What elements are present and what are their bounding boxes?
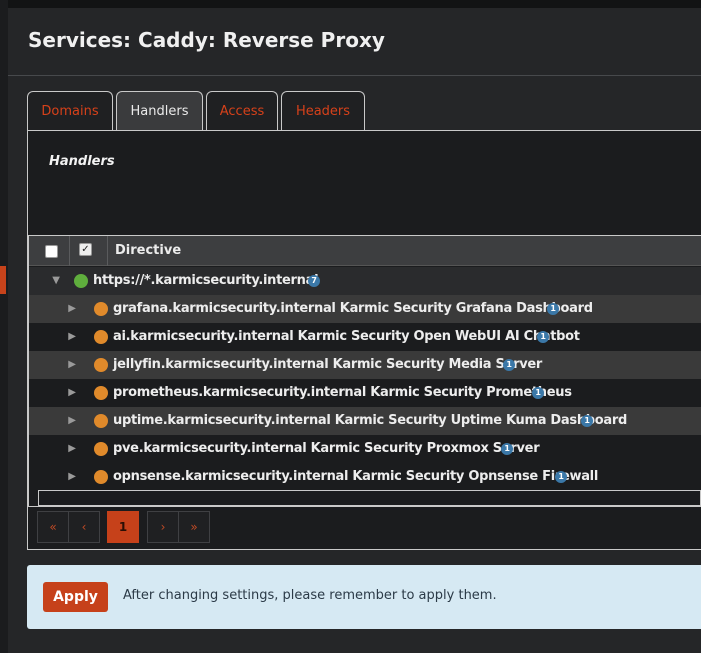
next-page-button[interactable]: › — [147, 511, 179, 543]
row-label: ai.karmicsecurity.internal Karmic Securi… — [113, 329, 580, 344]
tree-row-root[interactable]: ▼ https://*.karmicsecurity.internal 7 — [29, 267, 701, 295]
globe-orange-icon — [94, 470, 108, 484]
collapse-toggle-icon[interactable]: ▶ — [66, 351, 78, 379]
page-title: Services: Caddy: Reverse Proxy — [28, 28, 385, 52]
row-label: prometheus.karmicsecurity.internal Karmi… — [113, 385, 572, 400]
tab-domains[interactable]: Domains — [27, 91, 113, 131]
panel-title: Handlers — [49, 154, 115, 169]
tree-row[interactable]: ▶ prometheus.karmicsecurity.internal Kar… — [29, 379, 701, 407]
header-separator — [69, 236, 70, 266]
row-label: https://*.karmicsecurity.internal — [93, 273, 319, 288]
handlers-panel: Handlers ✓ Directive ▼ https://*.karmics… — [27, 130, 701, 550]
collapse-toggle-icon[interactable]: ▶ — [66, 435, 78, 463]
row-label: grafana.karmicsecurity.internal Karmic S… — [113, 301, 593, 316]
sidebar-active-marker — [0, 266, 6, 294]
select-all-checkbox[interactable] — [45, 245, 58, 258]
count-badge: 7 — [308, 275, 320, 287]
collapse-toggle-icon[interactable]: ▶ — [66, 463, 78, 491]
table-footer-row — [38, 490, 701, 506]
count-badge: 1 — [503, 359, 515, 371]
globe-orange-icon — [94, 414, 108, 428]
row-label: opnsense.karmicsecurity.internal Karmic … — [113, 469, 598, 484]
top-bar — [8, 0, 701, 8]
tree-row[interactable]: ▶ ai.karmicsecurity.internal Karmic Secu… — [29, 323, 701, 351]
page-header: Services: Caddy: Reverse Proxy — [8, 8, 701, 76]
globe-green-icon — [74, 274, 88, 288]
collapse-toggle-icon[interactable]: ▶ — [66, 323, 78, 351]
apply-button[interactable]: Apply — [43, 582, 108, 612]
apply-alert: Apply After changing settings, please re… — [27, 565, 701, 629]
globe-orange-icon — [94, 386, 108, 400]
tab-access[interactable]: Access — [206, 91, 278, 131]
last-page-button[interactable]: » — [178, 511, 210, 543]
page-1-button[interactable]: 1 — [107, 511, 139, 543]
count-badge: 1 — [555, 471, 567, 483]
globe-orange-icon — [94, 330, 108, 344]
left-sidebar-strip — [0, 0, 8, 653]
count-badge: 1 — [532, 387, 544, 399]
collapse-toggle-icon[interactable]: ▶ — [66, 295, 78, 323]
tab-headers[interactable]: Headers — [281, 91, 365, 131]
tree-row[interactable]: ▶ opnsense.karmicsecurity.internal Karmi… — [29, 463, 701, 491]
count-badge: 1 — [547, 303, 559, 315]
alert-message: After changing settings, please remember… — [123, 588, 497, 603]
globe-orange-icon — [94, 442, 108, 456]
prev-page-button[interactable]: ‹ — [68, 511, 100, 543]
table-header: ✓ Directive — [29, 236, 701, 266]
tree-row[interactable]: ▶ pve.karmicsecurity.internal Karmic Sec… — [29, 435, 701, 463]
globe-orange-icon — [94, 358, 108, 372]
collapse-toggle-icon[interactable]: ▶ — [66, 407, 78, 435]
collapse-toggle-icon[interactable]: ▶ — [66, 379, 78, 407]
tab-handlers[interactable]: Handlers — [116, 91, 203, 131]
tree-row[interactable]: ▶ grafana.karmicsecurity.internal Karmic… — [29, 295, 701, 323]
header-separator — [107, 236, 108, 266]
count-badge: 1 — [537, 331, 549, 343]
row-label: pve.karmicsecurity.internal Karmic Secur… — [113, 441, 540, 456]
tree-row[interactable]: ▶ uptime.karmicsecurity.internal Karmic … — [29, 407, 701, 435]
globe-orange-icon — [94, 302, 108, 316]
row-label: jellyfin.karmicsecurity.internal Karmic … — [113, 357, 543, 372]
first-page-button[interactable]: « — [37, 511, 69, 543]
tree-row[interactable]: ▶ jellyfin.karmicsecurity.internal Karmi… — [29, 351, 701, 379]
main-content: Services: Caddy: Reverse Proxy Domains H… — [8, 8, 701, 653]
handlers-table: ✓ Directive ▼ https://*.karmicsecurity.i… — [28, 235, 701, 507]
row-label: uptime.karmicsecurity.internal Karmic Se… — [113, 413, 628, 428]
column-toggle-checkbox[interactable]: ✓ — [79, 243, 92, 256]
column-header-directive[interactable]: Directive — [115, 243, 181, 258]
count-badge: 1 — [581, 415, 593, 427]
expand-toggle-icon[interactable]: ▼ — [50, 267, 62, 295]
count-badge: 1 — [501, 443, 513, 455]
